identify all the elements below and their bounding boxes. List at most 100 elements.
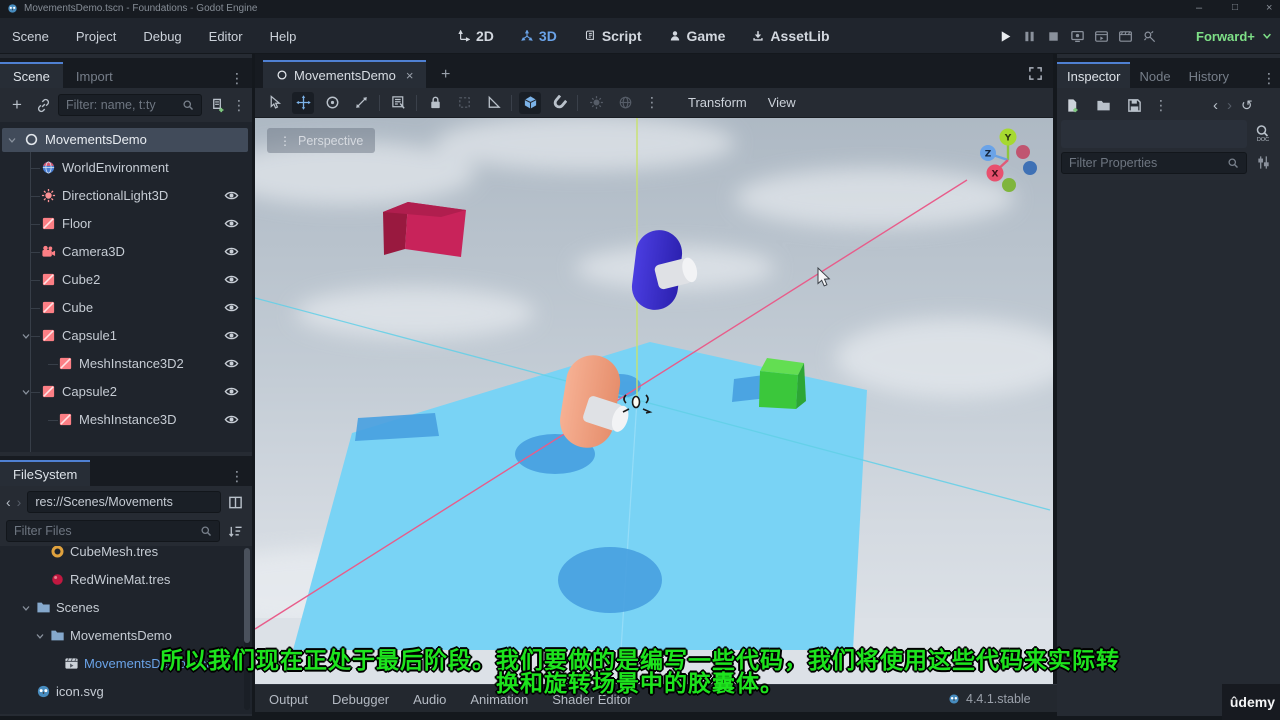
visibility-eye-icon[interactable] (224, 272, 240, 288)
fs-filter-input[interactable]: Filter Files (6, 520, 220, 542)
file-item[interactable]: CubeMesh.tres (2, 546, 242, 564)
tab-history[interactable]: History (1180, 62, 1238, 88)
scene-tab-movementsdemo[interactable]: MovementsDemo × (263, 60, 427, 88)
collapse-arrow-icon[interactable] (34, 629, 47, 642)
environment-preview-toggle[interactable] (614, 92, 636, 114)
snap-toggle[interactable] (548, 92, 570, 114)
inspector-filter-input[interactable]: Filter Properties (1061, 152, 1247, 174)
rotate-tool[interactable] (321, 92, 343, 114)
add-node-button[interactable]: + (6, 94, 28, 116)
scene-tree-node[interactable]: WorldEnvironment (2, 156, 248, 180)
tab-filesystem[interactable]: FileSystem (0, 460, 91, 486)
visibility-eye-icon[interactable] (224, 412, 240, 428)
view-menu[interactable]: View (768, 95, 796, 110)
remote-debug-button[interactable] (1070, 29, 1085, 44)
version-info[interactable]: 4.4.1.stable (948, 685, 1031, 713)
tab-close-icon[interactable]: × (406, 68, 414, 83)
fs-scrollbar[interactable] (244, 548, 250, 710)
scene-tree-node[interactable]: Capsule2 (2, 380, 248, 404)
collapse-arrow-icon[interactable] (20, 385, 33, 398)
scene-tree-node[interactable]: MovementsDemo (2, 128, 248, 152)
axis-ball-neg-z[interactable] (1023, 161, 1037, 175)
menu-project[interactable]: Project (76, 29, 116, 44)
list-select-tool[interactable] (387, 92, 409, 114)
load-resource-button[interactable] (1092, 94, 1114, 116)
inspector-menu-icon[interactable]: ⋮ (1262, 70, 1276, 87)
tab-import[interactable]: Import (63, 62, 126, 88)
workspace-2d[interactable]: 2D (458, 28, 494, 44)
scene-tree-menu-icon[interactable]: ⋮ (232, 97, 246, 114)
green-cube[interactable] (759, 358, 806, 409)
file-item[interactable]: RedWineMat.tres (2, 568, 242, 592)
visibility-eye-icon[interactable] (224, 384, 240, 400)
resource-menu-icon[interactable]: ⋮ (1154, 97, 1168, 114)
tab-scene[interactable]: Scene (0, 62, 63, 88)
menu-scene[interactable]: Scene (12, 29, 49, 44)
minimize-button[interactable]: – (1196, 2, 1202, 14)
lock-tool[interactable] (424, 92, 446, 114)
fs-split-mode-button[interactable] (224, 491, 246, 513)
scene-tree-node[interactable]: MeshInstance3D (2, 408, 248, 432)
file-item[interactable]: icon.svg (2, 680, 242, 704)
visibility-eye-icon[interactable] (224, 216, 240, 232)
tab-node[interactable]: Node (1130, 62, 1179, 88)
distraction-free-icon[interactable] (1028, 66, 1043, 81)
collapse-arrow-icon[interactable] (20, 601, 33, 614)
pause-button[interactable] (1022, 29, 1037, 44)
scene-tree-node[interactable]: Floor (2, 212, 248, 236)
scale-tool[interactable] (350, 92, 372, 114)
scene-tree-node[interactable]: Cube2 (2, 268, 248, 292)
fs-back-button[interactable]: ‹ (6, 494, 11, 510)
bottom-tab-debugger[interactable]: Debugger (332, 692, 389, 707)
scene-tree-node[interactable]: Camera3D (2, 240, 248, 264)
scene-tree-node[interactable]: DirectionalLight3D (2, 184, 248, 208)
sun-preview-toggle[interactable] (585, 92, 607, 114)
scene-dock-menu-icon[interactable]: ⋮ (230, 70, 244, 87)
workspace-script[interactable]: Script (584, 28, 642, 44)
instance-scene-button[interactable] (32, 94, 54, 116)
property-tools-icon[interactable] (1256, 155, 1271, 170)
bottom-tab-audio[interactable]: Audio (413, 692, 446, 707)
menu-debug[interactable]: Debug (143, 29, 181, 44)
visibility-eye-icon[interactable] (224, 328, 240, 344)
workspace-3d[interactable]: 3D (521, 28, 557, 44)
movie-record-button[interactable] (1118, 29, 1133, 44)
axis-ball-neg-y[interactable] (1002, 178, 1016, 192)
maximize-button[interactable]: □ (1232, 2, 1238, 13)
new-scene-tab-button[interactable]: + (441, 66, 450, 84)
local-space-toggle[interactable] (519, 91, 541, 114)
tab-inspector[interactable]: Inspector (1057, 62, 1131, 88)
scene-tree-node[interactable]: Capsule1 (2, 324, 248, 348)
move-tool[interactable] (292, 91, 314, 114)
axis-ball-neg-x[interactable] (1016, 145, 1030, 159)
fs-forward-button[interactable]: › (14, 494, 25, 510)
menu-help[interactable]: Help (270, 29, 297, 44)
visibility-eye-icon[interactable] (224, 188, 240, 204)
fs-sort-button[interactable] (224, 520, 246, 542)
open-docs-icon[interactable]: DOC (1253, 124, 1273, 143)
select-tool[interactable] (263, 92, 285, 114)
file-item[interactable]: Scenes (2, 596, 242, 620)
visibility-eye-icon[interactable] (224, 356, 240, 372)
history-forward-button[interactable]: › (1227, 97, 1232, 114)
scene-tree-node[interactable]: MeshInstance3D2 (2, 352, 248, 376)
transform-menu[interactable]: Transform (688, 95, 747, 110)
movie-maker-button[interactable] (1142, 29, 1157, 44)
group-tool[interactable] (453, 92, 475, 114)
visibility-eye-icon[interactable] (224, 244, 240, 260)
collapse-arrow-icon[interactable] (6, 133, 19, 146)
perspective-button[interactable]: ⋮ Perspective (267, 128, 376, 153)
history-back-button[interactable]: ‹ (1213, 97, 1218, 114)
ruler-tool[interactable] (482, 92, 504, 114)
scene-filter-input[interactable]: Filter: name, t:ty (58, 94, 202, 116)
new-resource-button[interactable] (1061, 94, 1083, 116)
save-resource-button[interactable] (1123, 94, 1145, 116)
stop-button[interactable] (1046, 29, 1061, 44)
filesystem-dock-menu-icon[interactable]: ⋮ (230, 468, 244, 485)
camera-options-icon[interactable]: ⋮ (645, 94, 659, 111)
bottom-tab-output[interactable]: Output (269, 692, 308, 707)
workspace-game[interactable]: Game (669, 28, 725, 44)
scene-tree-node[interactable]: Cube (2, 296, 248, 320)
attach-script-button[interactable] (206, 94, 228, 116)
collapse-arrow-icon[interactable] (20, 329, 33, 342)
